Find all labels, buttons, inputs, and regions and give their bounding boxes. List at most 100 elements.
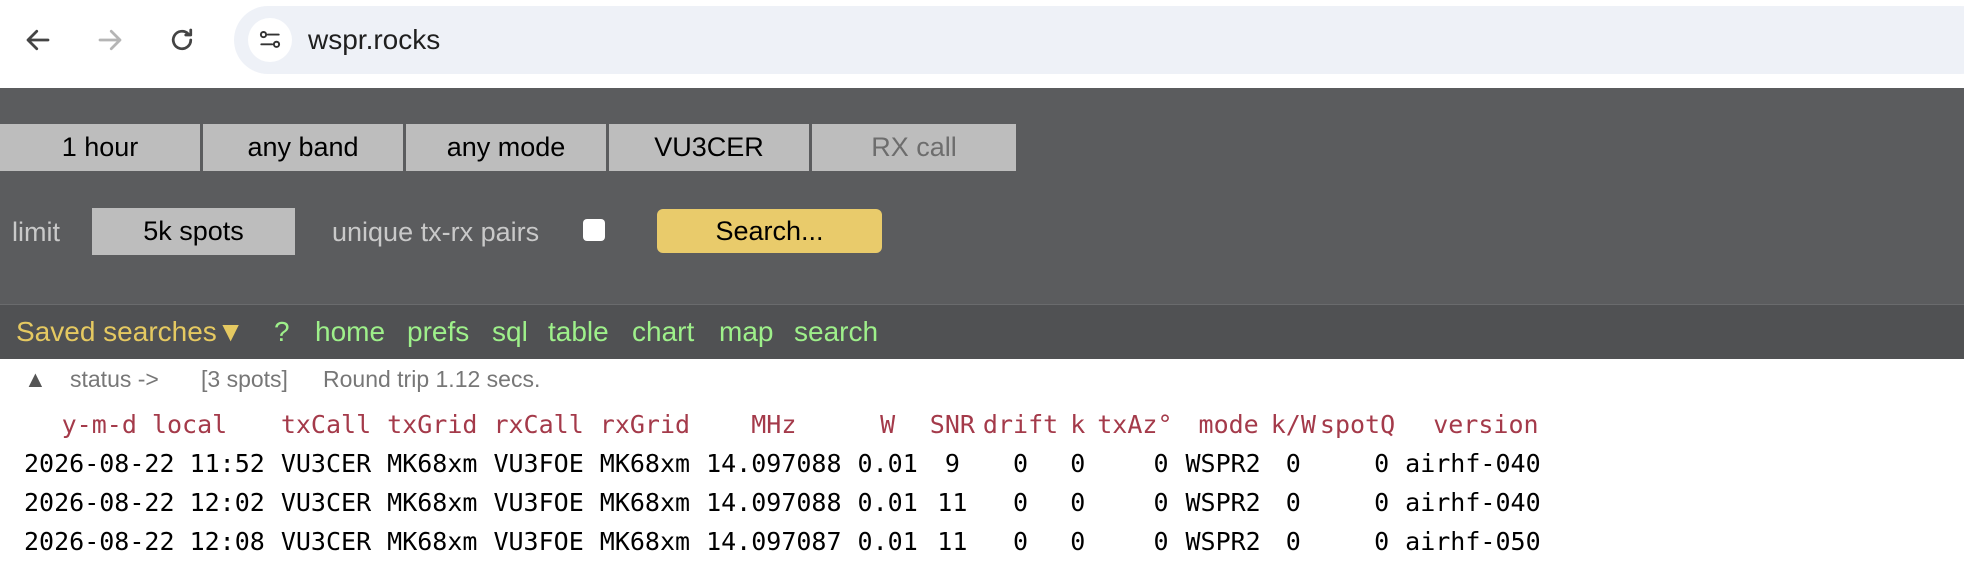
col-header-k[interactable]: k bbox=[1062, 404, 1093, 444]
cell-k: 0 bbox=[1070, 488, 1086, 517]
cell-mode: WSPR2 bbox=[1185, 488, 1261, 517]
cell-k: 0 bbox=[1070, 527, 1086, 556]
cell-rxcall[interactable]: VU3FOE bbox=[485, 444, 591, 483]
cell-mode: WSPR2 bbox=[1185, 449, 1261, 478]
cell-txcall[interactable]: VU3CER bbox=[273, 444, 379, 483]
cell-kw: 0 bbox=[1285, 527, 1301, 556]
cell-txcall[interactable]: VU3CER bbox=[273, 483, 379, 522]
cell-mode: WSPR2 bbox=[1185, 527, 1261, 556]
table-row: 2026-08-22 12:08 VU3CER MK68xm VU3FOE MK… bbox=[16, 522, 1549, 561]
cell-mhz: 14.097088 bbox=[706, 449, 842, 478]
col-header-txaz[interactable]: txAz° bbox=[1093, 404, 1176, 444]
cell-txgrid: MK68xm bbox=[387, 527, 478, 556]
cell-date: 2026-08-22 11:52 bbox=[24, 449, 265, 478]
col-header-mode[interactable]: mode bbox=[1177, 404, 1269, 444]
table-header-row: y-m-d local txCall txGrid rxCall rxGrid … bbox=[16, 404, 1549, 444]
cell-version: airhf-050 bbox=[1405, 527, 1541, 556]
cell-drift: 0 bbox=[1013, 488, 1029, 517]
unique-pairs-label: unique tx-rx pairs bbox=[332, 217, 540, 247]
table-link[interactable]: table bbox=[548, 305, 609, 359]
cell-rxgrid: MK68xm bbox=[599, 449, 691, 478]
site-settings-icon bbox=[259, 31, 281, 48]
cell-k: 0 bbox=[1070, 449, 1086, 478]
cell-txgrid: MK68xm bbox=[387, 449, 478, 478]
cell-txaz: 0 bbox=[1153, 527, 1169, 556]
cell-mhz: 14.097087 bbox=[706, 527, 842, 556]
status-line: ▲ status -> [3 spots] Round trip 1.12 se… bbox=[0, 358, 1964, 404]
tx-call-input[interactable]: VU3CER bbox=[609, 124, 811, 171]
help-link[interactable]: ? bbox=[274, 305, 290, 359]
spot-count: [3 spots] bbox=[201, 366, 288, 392]
col-header-version[interactable]: version bbox=[1397, 404, 1548, 444]
table-row: 2026-08-22 11:52 VU3CER MK68xm VU3FOE MK… bbox=[16, 444, 1549, 483]
table-row: 2026-08-22 12:02 VU3CER MK68xm VU3FOE MK… bbox=[16, 483, 1549, 522]
cell-rxgrid: MK68xm bbox=[599, 488, 691, 517]
site-info-button[interactable] bbox=[248, 18, 292, 62]
cell-version: airhf-040 bbox=[1405, 488, 1541, 517]
cell-txaz: 0 bbox=[1153, 488, 1169, 517]
cell-date: 2026-08-22 12:08 bbox=[24, 527, 265, 556]
col-header-date[interactable]: y-m-d local bbox=[16, 404, 273, 444]
col-header-txgrid[interactable]: txGrid bbox=[379, 404, 485, 444]
col-header-w[interactable]: W bbox=[850, 404, 926, 444]
cell-mhz: 14.097088 bbox=[706, 488, 842, 517]
search-link[interactable]: search bbox=[794, 305, 878, 359]
cell-snr: 11 bbox=[937, 527, 968, 556]
back-button[interactable] bbox=[14, 16, 62, 64]
col-header-mhz[interactable]: MHz bbox=[698, 404, 849, 444]
cell-snr: 9 bbox=[944, 449, 960, 478]
cell-w: 0.01 bbox=[857, 488, 918, 517]
col-header-spotq[interactable]: spotQ bbox=[1318, 404, 1397, 444]
address-bar[interactable]: wspr.rocks bbox=[234, 6, 1964, 74]
forward-arrow-icon bbox=[98, 29, 122, 51]
sql-link[interactable]: sql bbox=[492, 305, 528, 359]
limit-label: limit bbox=[12, 217, 60, 247]
cell-snr: 11 bbox=[937, 488, 968, 517]
url-text[interactable]: wspr.rocks bbox=[308, 6, 440, 74]
map-link[interactable]: map bbox=[719, 305, 773, 359]
col-header-rxgrid[interactable]: rxGrid bbox=[592, 404, 698, 444]
search-button[interactable]: Search... bbox=[657, 209, 882, 253]
cell-version: airhf-040 bbox=[1405, 449, 1541, 478]
back-arrow-icon bbox=[26, 29, 50, 51]
limit-select[interactable]: 5k spots bbox=[92, 208, 295, 255]
cell-kw: 0 bbox=[1285, 488, 1301, 517]
search-panel: 1 hour any band any mode VU3CER RX call … bbox=[0, 88, 1964, 304]
cell-txaz: 0 bbox=[1153, 449, 1169, 478]
cell-w: 0.01 bbox=[857, 527, 918, 556]
cell-rxgrid: MK68xm bbox=[599, 527, 691, 556]
round-trip-time: Round trip 1.12 secs. bbox=[323, 366, 541, 392]
saved-searches-dropdown[interactable]: Saved searches▼ bbox=[16, 305, 245, 359]
browser-toolbar: wspr.rocks bbox=[0, 0, 1964, 89]
cell-date: 2026-08-22 12:02 bbox=[24, 488, 265, 517]
spots-table: y-m-d local txCall txGrid rxCall rxGrid … bbox=[16, 404, 1549, 561]
cell-w: 0.01 bbox=[857, 449, 918, 478]
forward-button[interactable] bbox=[86, 16, 134, 64]
cell-rxcall[interactable]: VU3FOE bbox=[485, 522, 591, 561]
status-toggle-icon[interactable]: ▲ bbox=[24, 366, 47, 393]
cell-spotq: 0 bbox=[1374, 449, 1390, 478]
cell-txcall[interactable]: VU3CER bbox=[273, 522, 379, 561]
col-header-rxcall[interactable]: rxCall bbox=[485, 404, 591, 444]
col-header-snr[interactable]: SNR bbox=[926, 404, 979, 444]
prefs-link[interactable]: prefs bbox=[407, 305, 469, 359]
cell-rxcall[interactable]: VU3FOE bbox=[485, 483, 591, 522]
cell-txgrid: MK68xm bbox=[387, 488, 478, 517]
band-select[interactable]: any band bbox=[203, 124, 405, 171]
col-header-txcall[interactable]: txCall bbox=[273, 404, 379, 444]
rx-call-input[interactable]: RX call bbox=[812, 124, 1016, 171]
col-header-kw[interactable]: k/W bbox=[1269, 404, 1318, 444]
cell-spotq: 0 bbox=[1374, 488, 1390, 517]
nav-bar: Saved searches▼ ? home prefs sql table c… bbox=[0, 304, 1964, 359]
status-label: status -> bbox=[70, 366, 159, 392]
time-range-select[interactable]: 1 hour bbox=[0, 124, 202, 171]
reload-icon bbox=[171, 28, 193, 51]
cell-spotq: 0 bbox=[1374, 527, 1390, 556]
reload-button[interactable] bbox=[158, 16, 206, 64]
chart-link[interactable]: chart bbox=[632, 305, 694, 359]
mode-select[interactable]: any mode bbox=[406, 124, 608, 171]
col-header-drift[interactable]: drift bbox=[979, 404, 1062, 444]
home-link[interactable]: home bbox=[315, 305, 385, 359]
unique-pairs-checkbox[interactable] bbox=[583, 219, 605, 241]
cell-drift: 0 bbox=[1013, 449, 1029, 478]
